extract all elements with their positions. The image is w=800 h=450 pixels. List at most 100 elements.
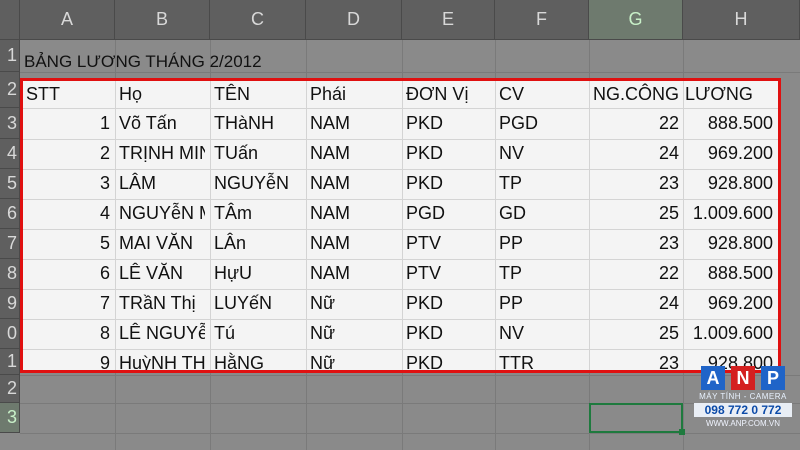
row-header-7[interactable]: 7 — [0, 229, 20, 259]
sheet-title[interactable]: BẢNG LƯƠNG THÁNG 2/2012 — [24, 52, 262, 72]
cell-luong[interactable]: 969.200 — [685, 289, 773, 317]
cell-stt[interactable]: 4 — [26, 199, 110, 227]
column-header-g[interactable]: G — [589, 0, 683, 40]
selected-cell-g13[interactable] — [589, 403, 683, 433]
header-cell-stt[interactable]: STT — [26, 81, 114, 108]
cell-don-vi[interactable]: PKD — [406, 109, 490, 137]
cell-luong[interactable]: 969.200 — [685, 139, 773, 167]
cell-stt[interactable]: 2 — [26, 139, 110, 167]
cell-ten[interactable]: TUấn — [214, 139, 300, 167]
cell-phai[interactable]: NAM — [310, 169, 396, 197]
row-header-12[interactable]: 2 — [0, 375, 20, 403]
cell-cv[interactable]: PP — [499, 289, 583, 317]
cell-ten[interactable]: THàNH — [214, 109, 300, 137]
cell-phai[interactable]: NAM — [310, 229, 396, 257]
cell-don-vi[interactable]: PKD — [406, 349, 490, 370]
cell-cv[interactable]: TP — [499, 259, 583, 287]
cell-don-vi[interactable]: PKD — [406, 319, 490, 347]
cell-ng-cong[interactable]: 23 — [593, 169, 679, 197]
cell-don-vi[interactable]: PGD — [406, 199, 490, 227]
select-all-corner[interactable] — [0, 0, 20, 40]
row-header-4[interactable]: 4 — [0, 139, 20, 169]
column-header-b[interactable]: B — [115, 0, 210, 40]
row-header-11[interactable]: 1 — [0, 349, 20, 375]
cell-ten[interactable]: HằNG — [214, 349, 300, 370]
column-header-h[interactable]: H — [683, 0, 800, 40]
cell-ho[interactable]: LÂM — [119, 169, 205, 197]
header-cell-luong[interactable]: LƯƠNG — [685, 81, 777, 108]
cell-ten[interactable]: LUYếN — [214, 289, 300, 317]
row-header-8[interactable]: 8 — [0, 259, 20, 289]
cell-cv[interactable]: PP — [499, 229, 583, 257]
cell-ho[interactable]: HuỳNH TH — [119, 349, 205, 370]
row-header-3[interactable]: 3 — [0, 108, 20, 139]
cell-stt[interactable]: 3 — [26, 169, 110, 197]
row-header-5[interactable]: 5 — [0, 169, 20, 199]
column-header-d[interactable]: D — [306, 0, 402, 40]
cell-luong[interactable]: 888.500 — [685, 259, 773, 287]
cell-ng-cong[interactable]: 25 — [593, 199, 679, 227]
cell-don-vi[interactable]: PTV — [406, 229, 490, 257]
cell-ho[interactable]: Võ Tấn — [119, 109, 205, 137]
cell-ng-cong[interactable]: 22 — [593, 259, 679, 287]
cell-ten[interactable]: NGUYễN — [214, 169, 300, 197]
cell-stt[interactable]: 5 — [26, 229, 110, 257]
cell-cv[interactable]: NV — [499, 319, 583, 347]
cell-stt[interactable]: 1 — [26, 109, 110, 137]
cell-ten[interactable]: LÂn — [214, 229, 300, 257]
cell-ten[interactable]: Tú — [214, 319, 300, 347]
cell-ng-cong[interactable]: 23 — [593, 229, 679, 257]
cell-luong[interactable]: 928.800 — [685, 169, 773, 197]
cell-don-vi[interactable]: PKD — [406, 139, 490, 167]
row-header-2[interactable]: 2 — [0, 72, 20, 108]
cell-phai[interactable]: NAM — [310, 109, 396, 137]
cell-stt[interactable]: 7 — [26, 289, 110, 317]
cell-ten[interactable]: TÂm — [214, 199, 300, 227]
column-header-f[interactable]: F — [495, 0, 589, 40]
cell-ng-cong[interactable]: 24 — [593, 289, 679, 317]
row-header-9[interactable]: 9 — [0, 289, 20, 319]
header-cell-ho[interactable]: Họ — [119, 81, 209, 108]
header-cell-ng-cong[interactable]: NG.CÔNG — [593, 81, 683, 108]
cell-cv[interactable]: PGD — [499, 109, 583, 137]
cell-cv[interactable]: TP — [499, 169, 583, 197]
cell-ng-cong[interactable]: 23 — [593, 349, 679, 370]
cell-ho[interactable]: NGUYễN M — [119, 199, 205, 227]
cell-don-vi[interactable]: PKD — [406, 169, 490, 197]
cell-ho[interactable]: TRầN Thị — [119, 289, 205, 317]
header-cell-don-vi[interactable]: ĐƠN Vị — [406, 81, 494, 108]
cell-ho[interactable]: LÊ NGUYễ — [119, 319, 205, 347]
cell-don-vi[interactable]: PTV — [406, 259, 490, 287]
cell-ten[interactable]: HựU — [214, 259, 300, 287]
cell-ho[interactable]: TRỊNH MIN — [119, 139, 205, 167]
cell-phai[interactable]: Nữ — [310, 319, 396, 347]
cell-luong[interactable]: 888.500 — [685, 109, 773, 137]
cell-stt[interactable]: 9 — [26, 349, 110, 370]
cell-ng-cong[interactable]: 24 — [593, 139, 679, 167]
cell-phai[interactable]: Nữ — [310, 289, 396, 317]
column-header-e[interactable]: E — [402, 0, 495, 40]
row-header-13[interactable]: 3 — [0, 403, 20, 433]
header-cell-cv[interactable]: CV — [499, 81, 587, 108]
column-header-a[interactable]: A — [20, 0, 115, 40]
cell-ng-cong[interactable]: 22 — [593, 109, 679, 137]
fill-handle[interactable] — [679, 429, 685, 435]
cell-stt[interactable]: 8 — [26, 319, 110, 347]
cell-cv[interactable]: NV — [499, 139, 583, 167]
row-header-6[interactable]: 6 — [0, 199, 20, 229]
cell-ho[interactable]: MAI VĂN — [119, 229, 205, 257]
row-header-10[interactable]: 0 — [0, 319, 20, 349]
cell-ho[interactable]: LÊ VĂN — [119, 259, 205, 287]
cell-stt[interactable]: 6 — [26, 259, 110, 287]
cell-cv[interactable]: TTR — [499, 349, 583, 370]
cell-cv[interactable]: GD — [499, 199, 583, 227]
cell-phai[interactable]: NAM — [310, 259, 396, 287]
cell-don-vi[interactable]: PKD — [406, 289, 490, 317]
cell-ng-cong[interactable]: 25 — [593, 319, 679, 347]
cell-luong[interactable]: 1.009.600 — [685, 199, 773, 227]
row-header-1[interactable]: 1 — [0, 40, 20, 72]
cell-phai[interactable]: Nữ — [310, 349, 396, 370]
cell-luong[interactable]: 928.800 — [685, 229, 773, 257]
cell-phai[interactable]: NAM — [310, 199, 396, 227]
header-cell-phai[interactable]: Phái — [310, 81, 400, 108]
